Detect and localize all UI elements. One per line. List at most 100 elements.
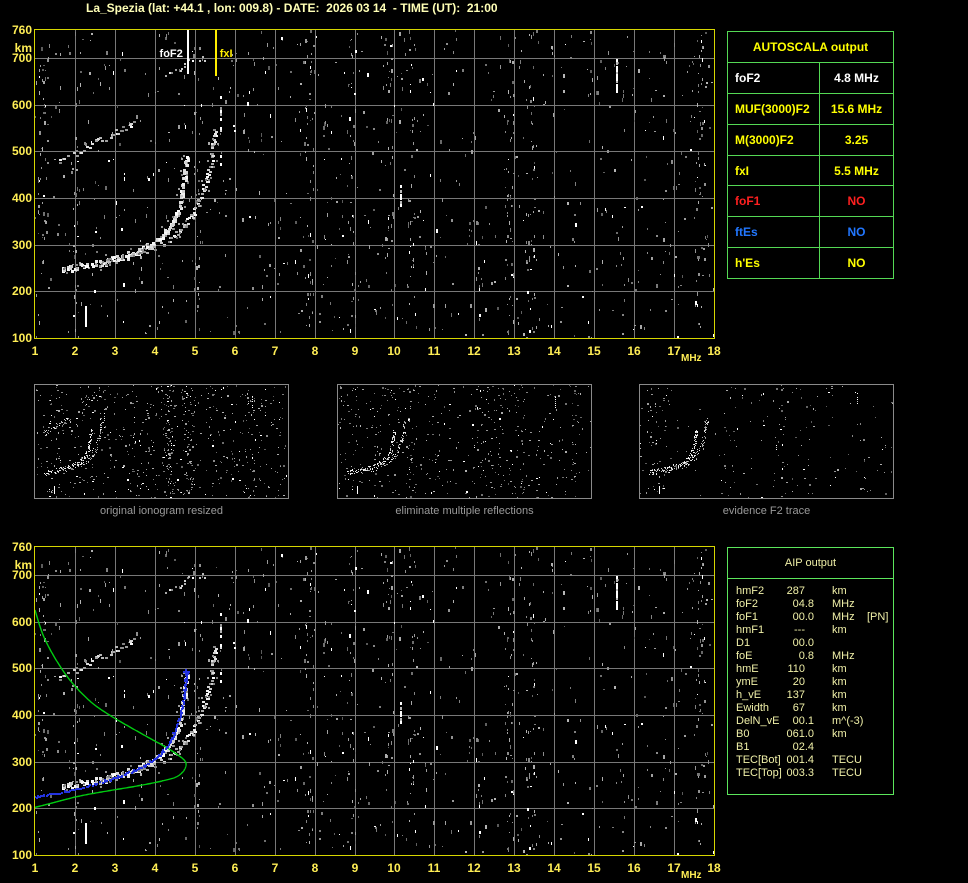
aip-unit: km (832, 585, 847, 597)
param-label: h'Es (735, 256, 760, 271)
aip-row: foF2 04.8 MHz (728, 598, 893, 611)
aip-value: 0.8 (798, 650, 814, 662)
param-value: NO (819, 248, 893, 279)
x-tick-label: 18 (707, 861, 721, 875)
param-value: NO (819, 186, 893, 217)
y-axis-unit: km (14, 558, 32, 572)
fxi-marker-label: fxI (219, 48, 233, 60)
param-value: 5.5 MHz (819, 155, 893, 186)
aip-row: DelN_vE 00.1 m^(-3) (728, 715, 893, 728)
y-tick-label: 300 (11, 755, 32, 769)
x-tick-label: 2 (71, 861, 79, 875)
x-tick-label: 2 (71, 344, 79, 358)
aip-label: h_vE (736, 689, 762, 701)
x-tick-label: 6 (231, 861, 239, 875)
y-axis-unit: km (14, 41, 32, 55)
autoscala-row: h'Es NO (728, 247, 893, 279)
autoscala-row: foF2 4.8 MHz (728, 62, 893, 93)
thumbnail-eliminate-reflections (337, 384, 592, 499)
aip-row: B1 02.4 (728, 741, 893, 754)
param-label: ftEs (735, 225, 758, 240)
x-tick-label: 1 (31, 344, 39, 358)
y-tick-label: 300 (11, 238, 32, 252)
aip-value: 00.0 (792, 611, 814, 623)
aip-row: hmF1 --- km (728, 624, 893, 637)
thumbnail-caption-2: eliminate multiple reflections (395, 505, 534, 517)
x-tick-label: 13 (507, 861, 521, 875)
x-tick-label: 4 (151, 344, 159, 358)
param-label: MUF(3000)F2 (735, 101, 810, 116)
param-value: NO (819, 217, 893, 248)
aip-unit: km (832, 689, 847, 701)
autoscala-output-table: AUTOSCALA output foF2 4.8 MHz MUF(3000)F2 1… (727, 31, 894, 279)
x-tick-label: 1 (31, 861, 39, 875)
page-title: La_Spezia (lat: +44.1 , lon: 009.8) - DA… (86, 1, 498, 15)
aip-label: B0 (736, 728, 750, 740)
thumbnail-original-ionogram (34, 384, 289, 499)
aip-unit: km (832, 663, 847, 675)
aip-unit: MHz (832, 611, 855, 623)
x-tick-label: 3 (111, 344, 119, 358)
aip-row: B0 061.0 km (728, 728, 893, 741)
autoscala-row: MUF(3000)F2 15.6 MHz (728, 92, 893, 124)
x-tick-label: 9 (351, 344, 359, 358)
x-tick-label: 18 (707, 344, 721, 358)
x-tick-label: 16 (627, 861, 641, 875)
aip-row: D1 00.0 (728, 637, 893, 650)
aip-label: ymE (736, 676, 758, 688)
aip-label: foF2 (736, 598, 759, 610)
aip-value: 67 (792, 702, 805, 714)
aip-value: 137 (786, 689, 805, 701)
aip-label: D1 (736, 637, 751, 649)
x-tick-label: 6 (231, 344, 239, 358)
x-tick-label: 15 (587, 861, 601, 875)
aip-value: 04.8 (792, 598, 814, 610)
autoscala-row: ftEs NO (728, 216, 893, 248)
y-tick-label: 200 (11, 801, 32, 815)
param-label: fxI (735, 163, 750, 178)
aip-unit: MHz (832, 598, 855, 610)
aip-label: foF1 (736, 611, 759, 623)
aip-label: hmE (736, 663, 759, 675)
aip-label: hmF1 (736, 624, 765, 636)
aip-value: 00.0 (792, 637, 814, 649)
param-value: 4.8 MHz (819, 63, 893, 93)
aip-unit: MHz (832, 650, 855, 662)
x-tick-label: 14 (547, 344, 561, 358)
y-tick-label: 600 (11, 615, 32, 629)
autoscala-row: foF1 NO (728, 185, 893, 217)
param-label: M(3000)F2 (735, 132, 794, 147)
bottom-ionogram-plot (34, 546, 715, 856)
y-tick-label: 500 (11, 144, 32, 158)
top-ionogram-plot (34, 29, 715, 339)
aip-label: hmF2 (736, 585, 765, 597)
aip-row: foF1 00.0 MHz [PN] (728, 611, 893, 624)
aip-value: 00.1 (792, 715, 814, 727)
x-tick-label: 10 (387, 344, 401, 358)
x-tick-label: 9 (351, 861, 359, 875)
aip-unit: km (832, 728, 847, 740)
x-tick-label: 8 (311, 344, 319, 358)
x-tick-label: 12 (467, 861, 481, 875)
y-tick-label: 760 (11, 540, 32, 554)
thumbnail-eliminate-canvas (338, 385, 591, 498)
aip-output-table: AIP output hmF2 287 km foF2 04.8 MHz foF1 00.0 M… (727, 547, 894, 795)
aip-unit: km (832, 624, 847, 636)
param-label: foF1 (735, 194, 761, 209)
aip-note: [PN] (867, 611, 889, 623)
aip-row: ymE 20 km (728, 676, 893, 689)
x-tick-label: 5 (191, 344, 199, 358)
param-value: 3.25 (819, 124, 893, 155)
aip-unit: TECU (832, 767, 862, 779)
top-ionogram-canvas (35, 30, 714, 338)
y-tick-label: 100 (11, 331, 32, 345)
aip-value: --- (794, 624, 805, 636)
aip-value: 001.4 (786, 754, 814, 766)
aip-value: 02.4 (792, 741, 814, 753)
aip-row: TEC[Top] 003.3 TECU (728, 767, 893, 780)
y-tick-label: 760 (11, 23, 32, 37)
x-tick-label: 11 (427, 344, 441, 358)
autoscala-row: M(3000)F2 3.25 (728, 123, 893, 155)
y-tick-label: 100 (11, 848, 32, 862)
x-tick-label: 8 (311, 861, 319, 875)
